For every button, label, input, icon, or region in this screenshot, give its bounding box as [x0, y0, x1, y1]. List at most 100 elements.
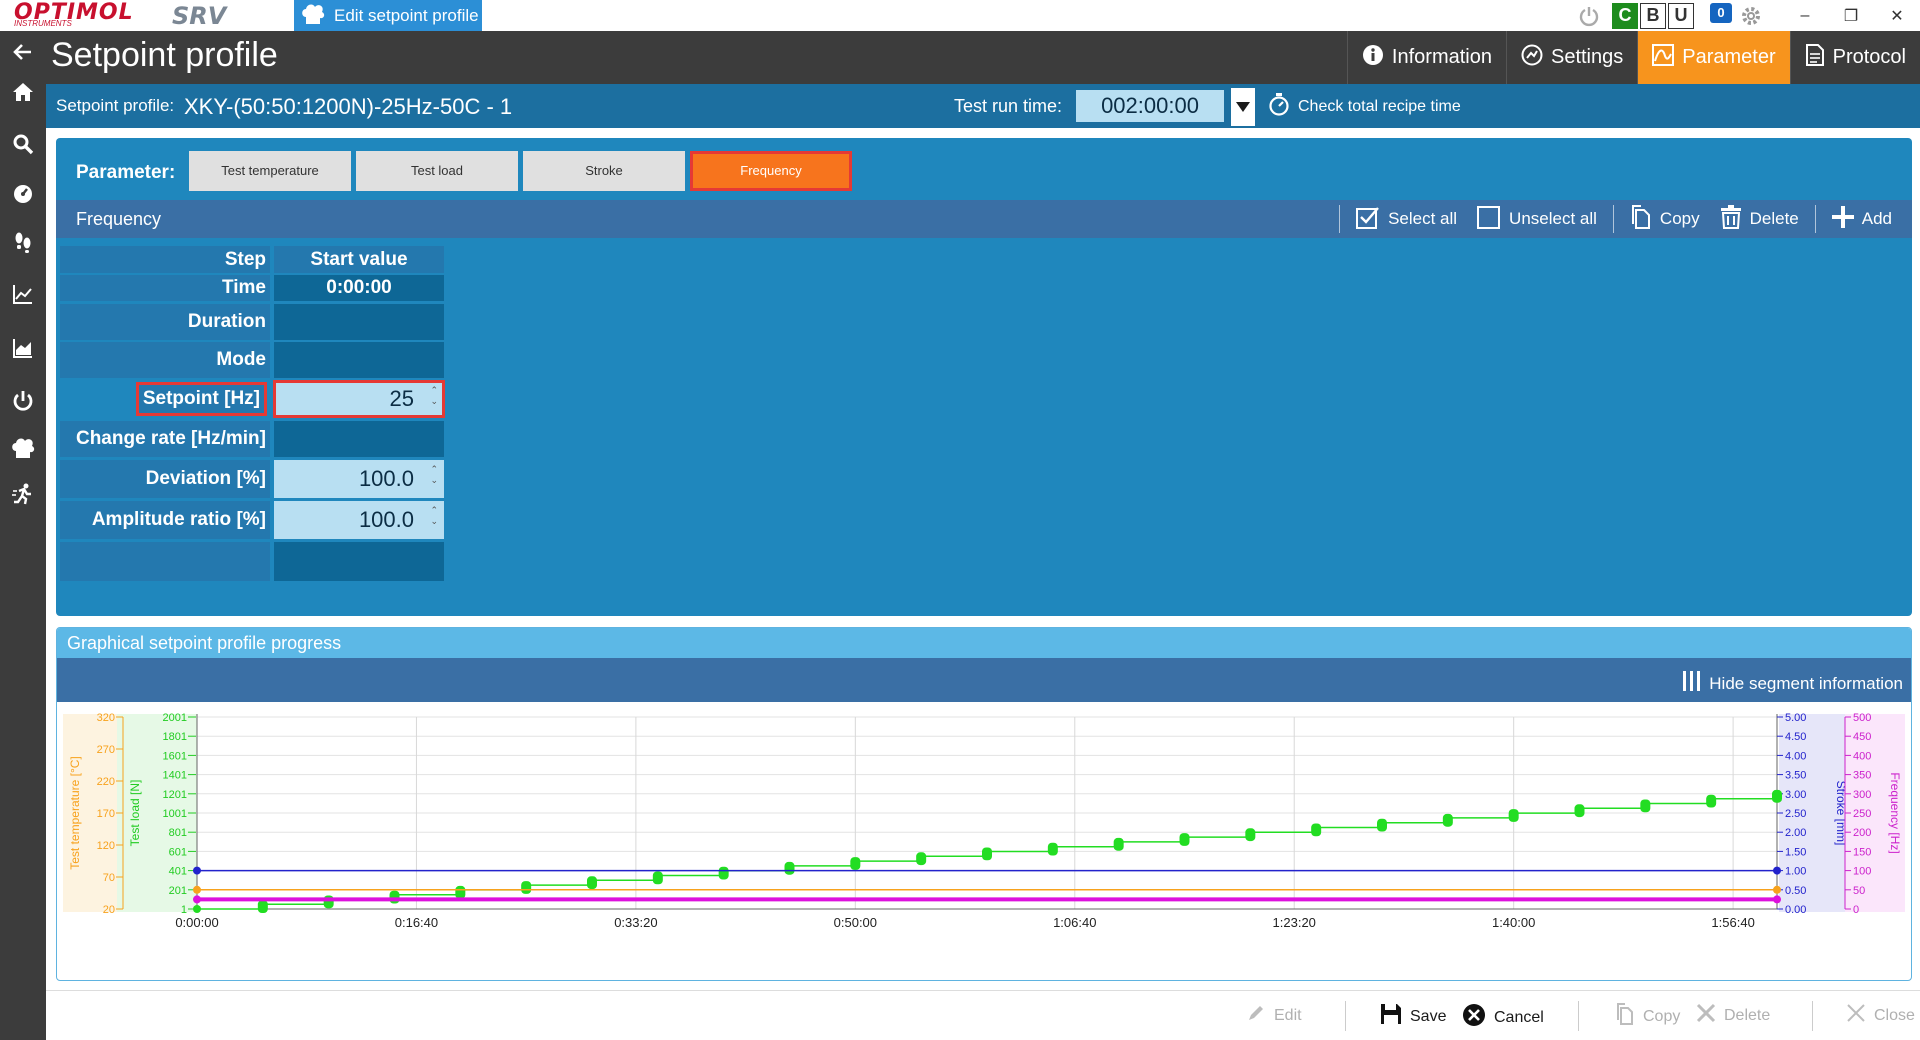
load-series-point [1179, 833, 1190, 846]
temperature-series-point [1773, 885, 1781, 894]
optimol-logo-sub: INSTRUMENTS [14, 19, 72, 28]
add-button[interactable]: Add [1814, 205, 1912, 233]
chef-hat-icon[interactable] [8, 434, 38, 464]
window-tab-edit-setpoint[interactable]: Edit setpoint profile [294, 0, 482, 31]
notifications-icon[interactable]: 0 [1710, 2, 1736, 29]
power-gray-icon[interactable] [1576, 3, 1602, 29]
hide-segment-button[interactable]: Hide segment information [1681, 670, 1903, 697]
status-c-badge[interactable]: C [1612, 2, 1638, 29]
running-person-icon[interactable] [8, 479, 38, 509]
close-window-icon[interactable]: ✕ [1874, 6, 1920, 26]
frequency-tick-label: 300 [1853, 789, 1871, 801]
gauge-icon[interactable] [8, 178, 38, 208]
temperature-tick-label: 170 [97, 808, 115, 820]
tab-parameter[interactable]: Parameter [1637, 31, 1790, 84]
gear-icon[interactable] [1738, 3, 1764, 29]
document-icon [1805, 43, 1825, 72]
setpoint-label-cell: Setpoint [Hz] [60, 381, 270, 417]
cancel-label: Cancel [1494, 1008, 1544, 1026]
copy-button[interactable]: Copy [1612, 204, 1716, 234]
copy-icon [1630, 204, 1652, 234]
param-frequency-button[interactable]: Frequency [690, 151, 852, 191]
deviation-input[interactable]: 100.0 ⌃ ⌄ [274, 460, 444, 498]
check-recipe-time-button[interactable]: Check total recipe time [1268, 92, 1461, 121]
load-series-point [982, 847, 992, 861]
minimize-icon[interactable]: – [1782, 7, 1828, 25]
checkbox-empty-icon [1477, 205, 1501, 234]
stroke-tick-label: 4.00 [1785, 750, 1806, 762]
deviation-value: 100.0 [358, 466, 414, 491]
power-icon[interactable] [8, 386, 38, 416]
load-series-point [1706, 794, 1717, 808]
runtime-input[interactable]: 002:00:00 [1076, 90, 1224, 122]
title-bar: OPTIMOL INSTRUMENTS SRV Edit setpoint pr… [0, 0, 1920, 31]
temperature-tick-label: 120 [97, 840, 115, 852]
load-series-point [193, 905, 201, 913]
edit-button[interactable]: Edit [1246, 1003, 1302, 1028]
load-series-point [1640, 799, 1651, 813]
time-value: 0:00:00 [274, 275, 444, 301]
load-tick-label: 1001 [163, 808, 187, 820]
tab-settings[interactable]: Settings [1505, 31, 1637, 84]
page-header: Setpoint profile Information Settings Pa… [46, 31, 1920, 84]
load-tick-label: 801 [169, 827, 187, 839]
param-stroke-button[interactable]: Stroke [523, 151, 685, 191]
change-rate-value[interactable] [274, 421, 444, 457]
stroke-tick-label: 4.50 [1785, 731, 1806, 743]
tab-information[interactable]: Information [1346, 31, 1506, 84]
load-series-point [850, 857, 861, 870]
home-icon[interactable] [8, 77, 38, 107]
save-button[interactable]: Save [1380, 1003, 1446, 1030]
mode-value[interactable] [274, 342, 444, 378]
close-button[interactable]: Close [1846, 1003, 1915, 1028]
chef-hat-icon [300, 3, 326, 31]
search-icon[interactable] [8, 129, 38, 159]
frequency-tick-label: 50 [1853, 885, 1865, 897]
setpoint-spinner-icon[interactable]: ⌃ ⌄ [430, 385, 438, 407]
stroke-tick-label: 3.00 [1785, 789, 1806, 801]
footer-delete-button[interactable]: Delete [1696, 1003, 1770, 1028]
step-label: Step [60, 246, 270, 273]
left-nav [0, 31, 46, 1040]
cancel-button[interactable]: Cancel [1462, 1003, 1544, 1032]
status-u-badge[interactable]: U [1668, 2, 1694, 29]
footer-copy-button[interactable]: Copy [1615, 1003, 1680, 1030]
frequency-tick-label: 200 [1853, 827, 1871, 839]
load-series-point [784, 861, 795, 875]
stopwatch-icon [1268, 92, 1290, 121]
runtime-dropdown-icon[interactable] [1231, 88, 1255, 126]
window-tab-label: Edit setpoint profile [334, 6, 479, 25]
param-test-load-button[interactable]: Test load [356, 151, 518, 191]
tab-information-label: Information [1391, 46, 1492, 68]
time-label: Time [60, 275, 270, 301]
select-all-button[interactable]: Select all [1339, 205, 1473, 233]
setpoint-input[interactable]: 25 ⌃ ⌄ [273, 380, 445, 418]
footsteps-icon[interactable] [8, 227, 38, 257]
footer-toolbar: Edit Save Cancel Copy Delete Close [46, 990, 1920, 1040]
restore-icon[interactable]: ❐ [1828, 6, 1874, 26]
temperature-tick-label: 270 [97, 744, 115, 756]
line-chart-icon[interactable] [8, 279, 38, 309]
back-arrow-icon[interactable] [8, 37, 38, 67]
duration-value[interactable] [274, 304, 444, 340]
amplitude-input[interactable]: 100.0 ⌃ ⌄ [274, 501, 444, 539]
area-chart-icon[interactable] [8, 333, 38, 363]
delete-button[interactable]: Delete [1716, 204, 1815, 233]
x-tick-label: 0:33:20 [614, 915, 657, 930]
load-tick-label: 1401 [163, 770, 187, 782]
deviation-spinner-icon[interactable]: ⌃ ⌄ [430, 464, 438, 486]
checkbox-checked-icon [1356, 205, 1380, 234]
setpoint-label: Setpoint [Hz] [135, 382, 268, 416]
load-series-point [916, 852, 927, 866]
status-b-badge[interactable]: B [1640, 2, 1666, 29]
footer-copy-label: Copy [1643, 1007, 1681, 1025]
tab-protocol[interactable]: Protocol [1789, 31, 1920, 84]
amplitude-spinner-icon[interactable]: ⌃ ⌄ [430, 505, 438, 527]
stroke-tick-label: 0.50 [1785, 885, 1806, 897]
x-tick-label: 0:16:40 [395, 915, 438, 930]
param-test-temperature-button[interactable]: Test temperature [189, 151, 351, 191]
srv-logo: SRV [172, 2, 227, 30]
load-series-point [1377, 818, 1387, 832]
load-series-point [718, 866, 729, 880]
unselect-all-button[interactable]: Unselect all [1473, 205, 1613, 233]
